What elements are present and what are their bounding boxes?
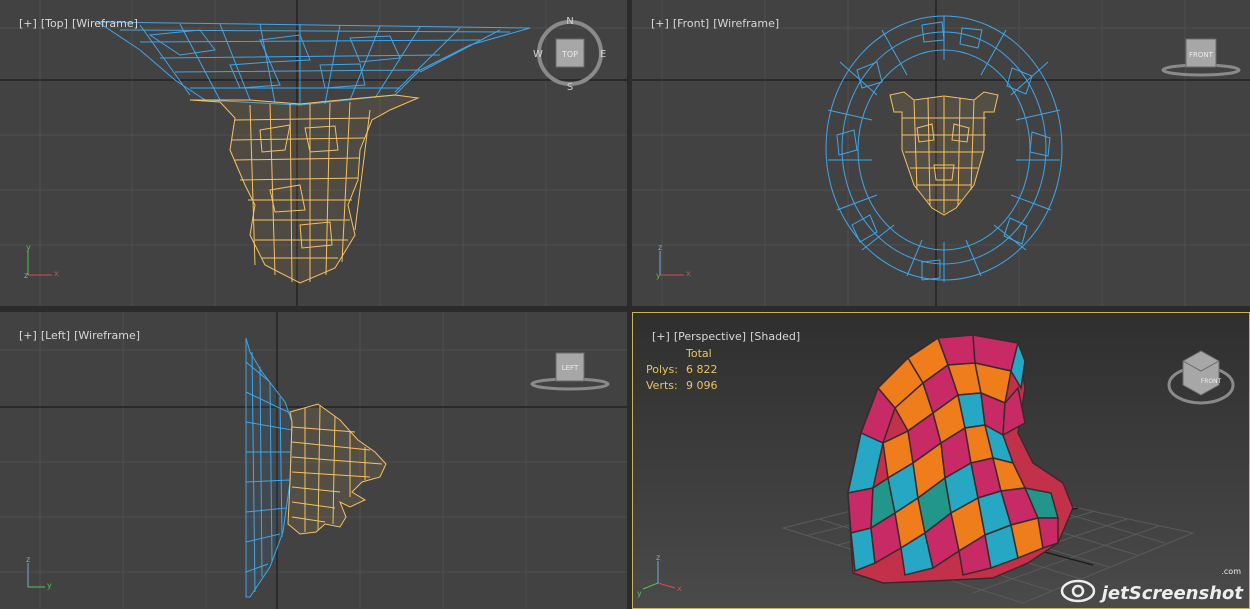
viewport-left-canvas[interactable]: LEFT z y [0,312,627,609]
watermark-suffix: .com [1221,567,1241,576]
viewport-shading-mode[interactable]: [Wireframe] [713,17,779,30]
viewport-menu-plus[interactable]: [+] [19,17,37,30]
compass-w: W [533,49,543,60]
axis-tripod: x z y [656,243,691,280]
axis-z-label: z [26,555,30,564]
view-cube[interactable] [1182,350,1220,396]
compass-e: E [600,49,606,60]
head-wireframe [889,91,999,216]
mane-wireframe [96,21,531,106]
watermark-logo-icon [1060,579,1096,603]
viewport-view-name[interactable]: [Front] [673,17,709,30]
viewport-menu-plus[interactable]: [+] [652,330,670,343]
axis-y-label: y [47,581,52,590]
viewport-view-name[interactable]: [Perspective] [674,330,746,343]
axis-y-label: y [26,243,31,252]
watermark-brand: jetScreenshot [1101,583,1243,604]
axis-z-label: z [658,243,662,252]
axis-tripod: x y z [24,243,59,280]
polys-label: Polys: [646,363,678,376]
viewport-label[interactable]: [+] [Top] [Wireframe] [5,4,142,43]
viewport-view-name[interactable]: [Top] [41,17,68,30]
scene-statistics: Total Polys: 6 822 Verts: 9 096 [646,346,718,394]
viewport-label[interactable]: [+] [Front] [Wireframe] [637,4,783,43]
verts-label: Verts: [646,379,678,392]
viewport-front[interactable]: FRONT x z y [+] [Front] [Wireframe] [632,0,1250,306]
stats-header: Total [686,347,712,360]
mane-wireframe [245,337,293,598]
viewport-menu-plus[interactable]: [+] [19,329,37,342]
axis-y-label: y [656,271,661,280]
view-cube-label: FRONT [1189,51,1214,59]
head-wireframe [287,403,387,535]
axis-z-label: z [24,271,28,280]
viewport-shading-mode[interactable]: [Wireframe] [72,17,138,30]
viewport-front-canvas[interactable]: FRONT x z y [632,0,1250,306]
viewport-shading-mode[interactable]: [Wireframe] [74,329,140,342]
axis-tripod: x z y [637,553,682,598]
axis-x-label: x [686,269,691,278]
viewport-view-name[interactable]: [Left] [41,329,70,342]
verts-value: 9 096 [686,379,718,392]
view-cube-label: TOP [561,50,578,59]
watermark: jetScreenshot .com [1058,567,1243,604]
axis-x-label: x [54,269,59,278]
view-cube-perspective[interactable]: FRONT [1167,350,1235,405]
axis-z-label: z [656,553,660,562]
compass-s: S [567,82,573,93]
viewport-top[interactable]: TOP N S E W x y z [+] [Top] [Wireframe] [0,0,627,306]
viewport-left[interactable]: LEFT z y [+] [Left] [Wireframe] [0,312,627,609]
polys-value: 6 822 [686,363,718,376]
view-cube-label: FRONT [1201,378,1222,385]
viewport-label[interactable]: [+] [Left] [Wireframe] [5,316,144,355]
viewport-menu-plus[interactable]: [+] [651,17,669,30]
axis-y-label: y [637,589,642,598]
axis-x-label: x [677,584,682,593]
lion-shaded-mesh [847,334,1074,584]
viewport-perspective[interactable]: FRONT x z y [+] [Perspective] [Shaded] Tot… [632,312,1250,609]
view-cube-left[interactable]: LEFT [530,352,610,391]
head-wireframe [189,94,420,284]
compass-n: N [566,16,573,27]
viewport-top-canvas[interactable]: TOP N S E W x y z [0,0,627,306]
view-cube-front[interactable]: FRONT [1161,38,1241,77]
viewport-shading-mode[interactable]: [Shaded] [750,330,800,343]
view-cube-label: LEFT [562,364,579,372]
viewport-perspective-canvas[interactable]: FRONT x z y [633,313,1249,608]
